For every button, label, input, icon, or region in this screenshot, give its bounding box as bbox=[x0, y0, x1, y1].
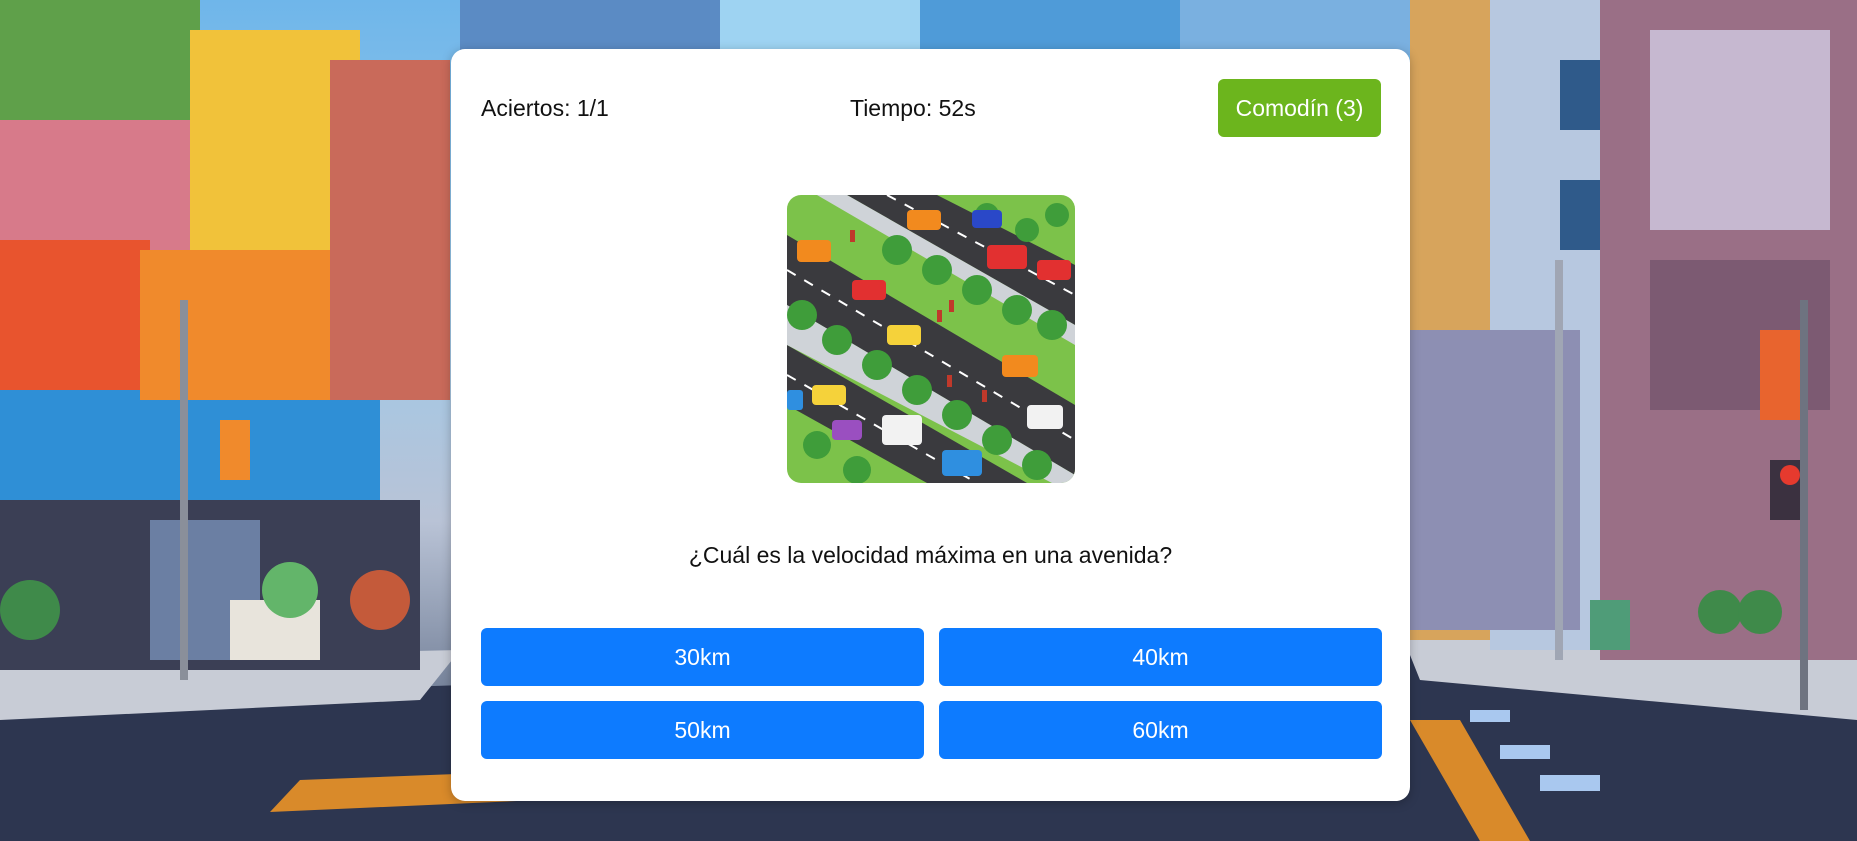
timer: Tiempo: 52s bbox=[850, 95, 976, 121]
question-text: ¿Cuál es la velocidad máxima en una aven… bbox=[688, 542, 1173, 568]
answer-button-2[interactable]: 40km bbox=[939, 628, 1382, 686]
answer-button-1[interactable]: 30km bbox=[481, 628, 924, 686]
score-counter: Aciertos: 1/1 bbox=[481, 95, 609, 121]
city-avenue-traffic-illustration-icon bbox=[787, 195, 1075, 483]
answer-button-3[interactable]: 50km bbox=[481, 701, 924, 759]
joker-button[interactable]: Comodín (3) bbox=[1218, 79, 1381, 137]
question-image bbox=[787, 195, 1075, 483]
answer-button-4[interactable]: 60km bbox=[939, 701, 1382, 759]
